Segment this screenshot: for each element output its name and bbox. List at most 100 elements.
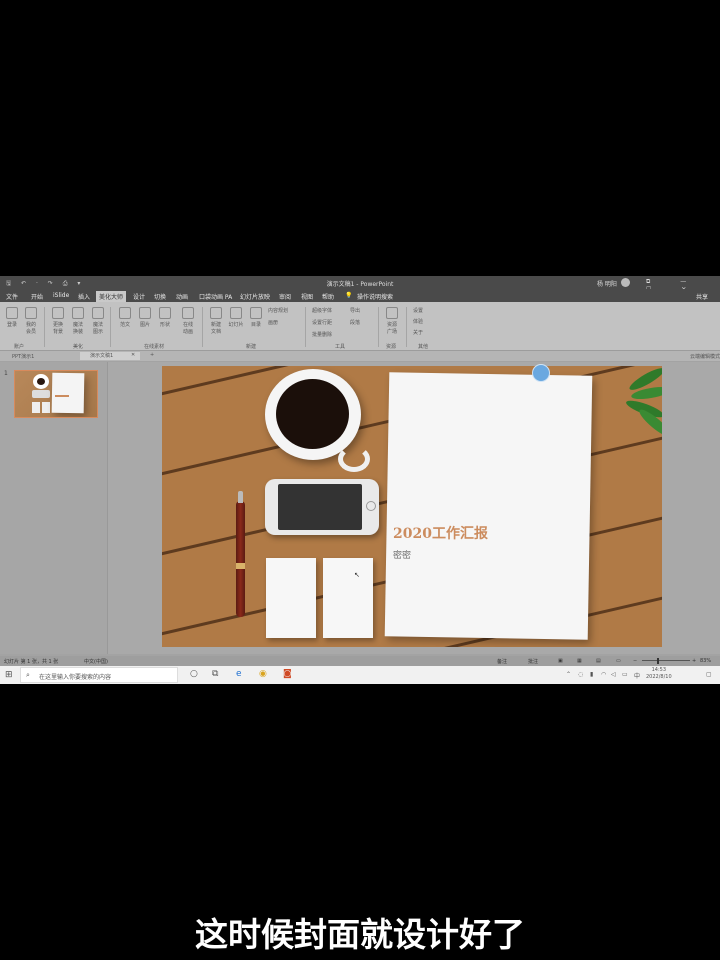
business-card-image [323,558,373,638]
album-button[interactable]: 画册 [268,319,278,326]
slide-canvas[interactable]: 2020工作汇报 密密 ↖ [162,366,662,647]
slide-title[interactable]: 2020工作汇报 [393,523,488,543]
add-tab-icon[interactable]: + [150,352,154,358]
group-label-new: 新建 [246,344,257,350]
document-tabs: PPT演示1 演示文稿1 ✕ + 云端编辑模式 [0,351,720,361]
group-label-other: 其他 [418,344,429,350]
tab-pocket-animation[interactable]: 口袋动画 PA [199,292,232,301]
display-icon[interactable]: ▭ [622,671,628,678]
close-icon[interactable]: ✕ [131,352,135,358]
avatar[interactable] [621,278,630,287]
list-icon [250,307,262,319]
tab-slideshow[interactable]: 幻灯片放映 [240,292,270,301]
cortana-icon[interactable]: ○ [190,669,198,679]
separator [110,307,111,347]
new-slide-button[interactable]: 幻灯片 [226,307,246,328]
zoom-level[interactable]: 83% [700,658,711,664]
tab-file[interactable]: 文件 [6,292,18,301]
notes-button[interactable]: 备注 [497,658,507,665]
tab-design[interactable]: 设计 [133,292,145,301]
zoom-slider[interactable] [642,660,690,661]
tab-insert[interactable]: 插入 [78,292,90,301]
separator [44,307,45,347]
home-button [366,501,376,511]
tell-me-search[interactable]: 操作说明搜索 [357,292,393,301]
slideshow-icon[interactable]: ▭ [616,658,621,664]
paragraph-button[interactable]: 段落 [350,319,360,326]
comments-button[interactable]: 批注 [528,658,538,665]
export-button[interactable]: 导出 [350,307,360,314]
about-button[interactable]: 关于 [413,329,423,336]
magic-wand-icon [72,307,84,319]
share-button[interactable]: 共享 [696,292,708,301]
tab-beautify-master[interactable]: 美化大师 [96,291,127,302]
ribbon: 登录 我的 会员 更换 背景 魔法 换装 魔法 图示 范文 图片 形状 在线 动… [0,302,720,351]
battery-icon[interactable]: ▮ [590,671,593,678]
cloud-edit-mode[interactable]: 云端编辑模式 [690,353,720,360]
slide-number: 1 [4,370,8,377]
task-view-icon[interactable]: ⧉ [212,669,218,679]
tab-home[interactable]: 开始 [31,292,43,301]
new-document-button[interactable]: 新建 文档 [206,307,226,335]
magic-restyle-button[interactable]: 魔法 换装 [68,307,88,335]
ime-indicator[interactable]: 中 [634,671,640,680]
settings-button[interactable]: 设置 [413,307,423,314]
login-button[interactable]: 登录 [2,307,22,328]
taskbar-search-box[interactable]: ⌕ 在这里输入你要搜索的内容 [20,667,178,683]
tab-transitions[interactable]: 切换 [154,292,166,301]
ribbon-tabs: 文件 开始 iSlide 插入 美化大师 设计 切换 动画 口袋动画 PA 幻灯… [0,289,720,302]
tab-help[interactable]: 帮助 [322,292,334,301]
wifi-icon[interactable]: ◠ [601,671,606,678]
change-background-button[interactable]: 更换 背景 [48,307,68,335]
experience-button[interactable]: 体验 [413,318,423,325]
zoom-in-icon[interactable]: + [692,658,696,664]
notification-icon[interactable]: ▢ [706,671,712,678]
pictures-button[interactable]: 图片 [135,307,155,328]
language-indicator[interactable]: 中文(中国) [84,658,108,665]
magic-diagram-button[interactable]: 魔法 图示 [88,307,108,335]
resource-square-button[interactable]: 资源 广场 [382,307,402,335]
doc-tab-ppt1[interactable]: PPT演示1 [12,353,34,360]
paper-sheet-image [384,372,593,640]
group-label-resources: 资源 [386,344,397,350]
super-font-button[interactable]: 超级字体 [312,307,332,314]
user-name[interactable]: 杨 明阳 [597,279,617,288]
zoom-out-icon[interactable]: − [633,658,637,664]
shapes-button[interactable]: 形状 [155,307,175,328]
chrome-icon[interactable]: ◉ [259,669,267,679]
tab-review[interactable]: 审阅 [279,292,291,301]
floating-assistant-icon[interactable] [532,364,550,382]
pen-band [236,563,245,569]
tab-islide[interactable]: iSlide [53,292,69,299]
line-spacing-button[interactable]: 设置行距 [312,319,332,326]
table-of-contents-button[interactable]: 目录 [246,307,266,328]
templates-button[interactable]: 范文 [115,307,135,328]
batch-delete-button[interactable]: 批量删除 [312,331,332,338]
content-planning-button[interactable]: 内容规划 [268,307,288,314]
document-icon [210,307,222,319]
network-icon[interactable]: ◌ [578,671,583,678]
slide-subtitle[interactable]: 密密 [393,548,411,561]
edge-icon[interactable]: e [236,669,242,679]
powerpoint-icon[interactable]: ◙ [283,669,292,679]
normal-view-icon[interactable]: ▣ [558,658,563,664]
my-membership-button[interactable]: 我的 会员 [21,307,41,335]
plant-leaves-image [617,366,662,446]
online-animation-button[interactable]: 在线 动画 [178,307,198,335]
reading-view-icon[interactable]: ▤ [596,658,601,664]
tab-animations[interactable]: 动画 [176,292,188,301]
diagram-icon [92,307,104,319]
windows-start-icon[interactable]: ⊞ [5,670,13,680]
zoom-slider-knob[interactable] [657,658,659,664]
thumb-title [55,395,69,397]
clock-date: 2022/8/10 [646,674,672,680]
phone-screen [278,484,362,530]
separator [305,307,306,347]
slide-thumbnail[interactable] [14,370,98,418]
slide-sorter-icon[interactable]: ▦ [577,658,582,664]
shape-icon [159,307,171,319]
tray-expand-icon[interactable]: ⌃ [566,671,571,678]
tab-view[interactable]: 视图 [301,292,313,301]
volume-icon[interactable]: ◁ [611,671,616,678]
clock[interactable]: 14:53 2022/8/10 [646,667,672,681]
